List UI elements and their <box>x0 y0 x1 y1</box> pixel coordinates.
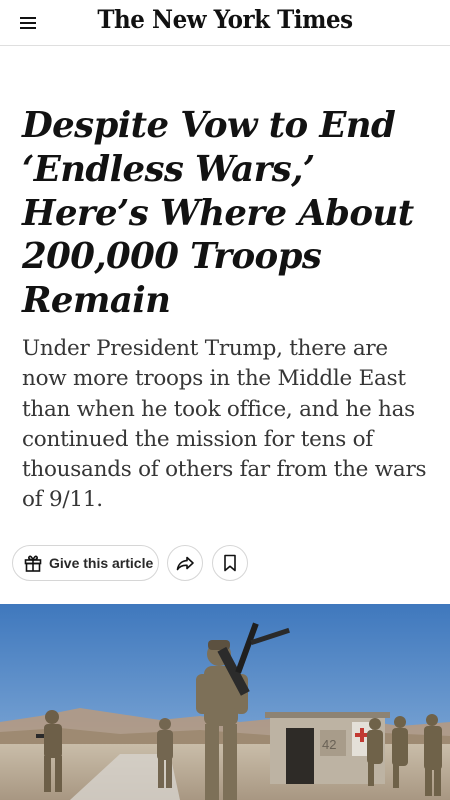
building-number: 42 <box>322 737 336 752</box>
share-button[interactable] <box>167 545 203 581</box>
article-summary: Under President Trump, there are now mor… <box>22 336 427 513</box>
gift-icon <box>24 555 42 572</box>
give-article-button[interactable]: Give this article <box>12 545 159 581</box>
soldiers-photo[interactable]: 42 <box>0 604 450 800</box>
share-arrow-icon <box>176 556 194 571</box>
nyt-logo[interactable]: The New York Times <box>18 5 432 34</box>
bookmark-icon <box>224 554 236 572</box>
top-bar: The New York Times <box>0 0 450 46</box>
article-headline: Despite Vow to End ‘Endless Wars,’ Here’… <box>22 105 414 322</box>
give-article-label: Give this article <box>49 555 154 571</box>
bookmark-button[interactable] <box>212 545 248 581</box>
soldiers-photo-image: 42 <box>0 604 450 800</box>
